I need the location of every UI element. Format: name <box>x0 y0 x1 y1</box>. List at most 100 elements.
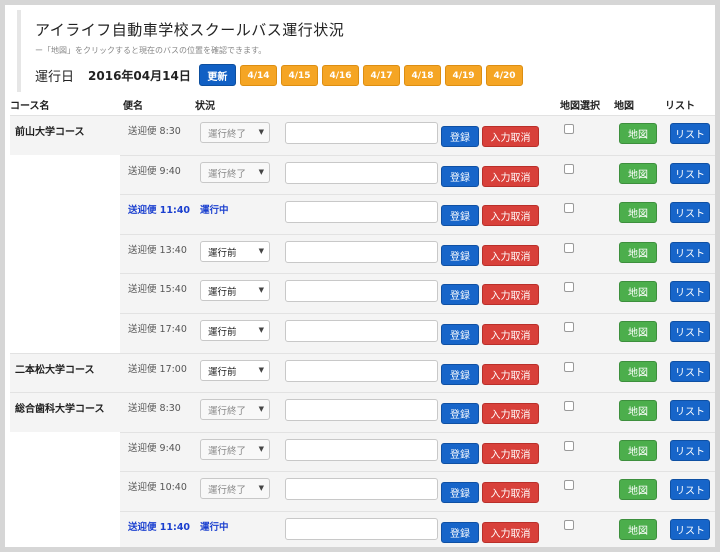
cancel-input-button[interactable]: 入力取消 <box>482 403 539 424</box>
register-button[interactable]: 登録 <box>441 245 479 266</box>
note-input[interactable] <box>285 320 438 342</box>
map-select-checkbox[interactable] <box>564 322 574 332</box>
status-select-value: 運行前 <box>208 286 237 298</box>
trip-name: 送迎便 17:00 <box>128 364 187 375</box>
cancel-input-button[interactable]: 入力取消 <box>482 522 539 543</box>
map-select-checkbox[interactable] <box>564 124 574 134</box>
note-input[interactable] <box>285 478 438 500</box>
map-select-checkbox[interactable] <box>564 480 574 490</box>
status-select-value: 運行終了 <box>208 445 247 457</box>
note-input[interactable] <box>285 439 438 461</box>
table-row: 送迎便 11:40 運行中 登録 入力取消 地図 リスト <box>10 511 715 547</box>
column-header-list: リスト <box>665 101 695 112</box>
date-tab[interactable]: 4/19 <box>445 65 482 86</box>
map-button[interactable]: 地図 <box>619 321 657 342</box>
map-select-checkbox[interactable] <box>564 401 574 411</box>
register-button[interactable]: 登録 <box>441 205 479 226</box>
cancel-input-button[interactable]: 入力取消 <box>482 205 539 226</box>
map-button[interactable]: 地図 <box>619 123 657 144</box>
map-button[interactable]: 地図 <box>619 440 657 461</box>
date-tab[interactable]: 4/16 <box>322 65 359 86</box>
map-button[interactable]: 地図 <box>619 202 657 223</box>
note-input[interactable] <box>285 122 438 144</box>
register-button[interactable]: 登録 <box>441 403 479 424</box>
register-button[interactable]: 登録 <box>441 443 479 464</box>
register-button[interactable]: 登録 <box>441 126 479 147</box>
date-tab[interactable]: 4/17 <box>363 65 400 86</box>
note-input[interactable] <box>285 162 438 184</box>
map-button[interactable]: 地図 <box>619 281 657 302</box>
list-button[interactable]: リスト <box>670 202 710 223</box>
list-button[interactable]: リスト <box>670 123 710 144</box>
status-select[interactable]: 運行前 ▼ <box>200 241 270 262</box>
list-button[interactable]: リスト <box>670 479 710 500</box>
page-title: アイライフ自動車学校スクールバス運行状況 <box>35 21 345 39</box>
map-button[interactable]: 地図 <box>619 479 657 500</box>
map-select-checkbox[interactable] <box>564 203 574 213</box>
date-tab[interactable]: 4/15 <box>281 65 318 86</box>
note-input[interactable] <box>285 280 438 302</box>
date-tabs: 4/14 4/15 4/16 4/17 4/18 4/19 4/20 <box>240 65 523 86</box>
map-select-checkbox[interactable] <box>564 362 574 372</box>
map-select-checkbox[interactable] <box>564 520 574 530</box>
list-button[interactable]: リスト <box>670 400 710 421</box>
trip-name: 送迎便 11:40 <box>128 522 191 533</box>
note-input[interactable] <box>285 241 438 263</box>
list-button[interactable]: リスト <box>670 321 710 342</box>
list-button[interactable]: リスト <box>670 281 710 302</box>
chevron-down-icon: ▼ <box>258 168 264 176</box>
map-select-checkbox[interactable] <box>564 282 574 292</box>
list-button[interactable]: リスト <box>670 163 710 184</box>
cancel-input-button[interactable]: 入力取消 <box>482 284 539 305</box>
note-input[interactable] <box>285 399 438 421</box>
list-button[interactable]: リスト <box>670 361 710 382</box>
map-select-checkbox[interactable] <box>564 164 574 174</box>
chevron-down-icon: ▼ <box>258 484 264 492</box>
cancel-input-button[interactable]: 入力取消 <box>482 245 539 266</box>
register-button[interactable]: 登録 <box>441 324 479 345</box>
course-name: 前山大学コース <box>15 127 85 138</box>
register-button[interactable]: 登録 <box>441 284 479 305</box>
status-select[interactable]: 運行前 ▼ <box>200 280 270 301</box>
list-button[interactable]: リスト <box>670 519 710 540</box>
trip-name: 送迎便 15:40 <box>128 284 187 295</box>
update-button[interactable]: 更新 <box>198 64 236 86</box>
register-button[interactable]: 登録 <box>441 166 479 187</box>
note-input[interactable] <box>285 518 438 540</box>
cancel-input-button[interactable]: 入力取消 <box>482 324 539 345</box>
status-select[interactable]: 運行前 ▼ <box>200 320 270 341</box>
cancel-input-button[interactable]: 入力取消 <box>482 166 539 187</box>
date-tab[interactable]: 4/20 <box>486 65 523 86</box>
date-row: 運行日 2016年04月14日 更新 <box>35 64 236 86</box>
status-select[interactable]: 運行前 ▼ <box>200 360 270 381</box>
status-select: 運行終了 ▼ <box>200 399 270 420</box>
note-input[interactable] <box>285 201 438 223</box>
map-button[interactable]: 地図 <box>619 519 657 540</box>
map-button[interactable]: 地図 <box>619 400 657 421</box>
register-button[interactable]: 登録 <box>441 364 479 385</box>
list-button[interactable]: リスト <box>670 242 710 263</box>
column-header-course: コース名 <box>10 101 50 112</box>
map-button[interactable]: 地図 <box>619 361 657 382</box>
status-select-value: 運行前 <box>208 247 237 259</box>
chevron-down-icon: ▼ <box>258 445 264 453</box>
date-tab[interactable]: 4/14 <box>240 65 277 86</box>
register-button[interactable]: 登録 <box>441 522 479 543</box>
date-tab[interactable]: 4/18 <box>404 65 441 86</box>
cancel-input-button[interactable]: 入力取消 <box>482 443 539 464</box>
chevron-down-icon: ▼ <box>258 405 264 413</box>
column-header-map-select: 地図選択 <box>560 101 600 112</box>
trip-name: 送迎便 10:40 <box>128 482 187 493</box>
cancel-input-button[interactable]: 入力取消 <box>482 126 539 147</box>
map-button[interactable]: 地図 <box>619 242 657 263</box>
cancel-input-button[interactable]: 入力取消 <box>482 482 539 503</box>
map-select-checkbox[interactable] <box>564 243 574 253</box>
list-button[interactable]: リスト <box>670 440 710 461</box>
register-button[interactable]: 登録 <box>441 482 479 503</box>
trip-name: 送迎便 13:40 <box>128 245 187 256</box>
map-select-checkbox[interactable] <box>564 441 574 451</box>
trip-name: 送迎便 17:40 <box>128 324 187 335</box>
note-input[interactable] <box>285 360 438 382</box>
cancel-input-button[interactable]: 入力取消 <box>482 364 539 385</box>
map-button[interactable]: 地図 <box>619 163 657 184</box>
